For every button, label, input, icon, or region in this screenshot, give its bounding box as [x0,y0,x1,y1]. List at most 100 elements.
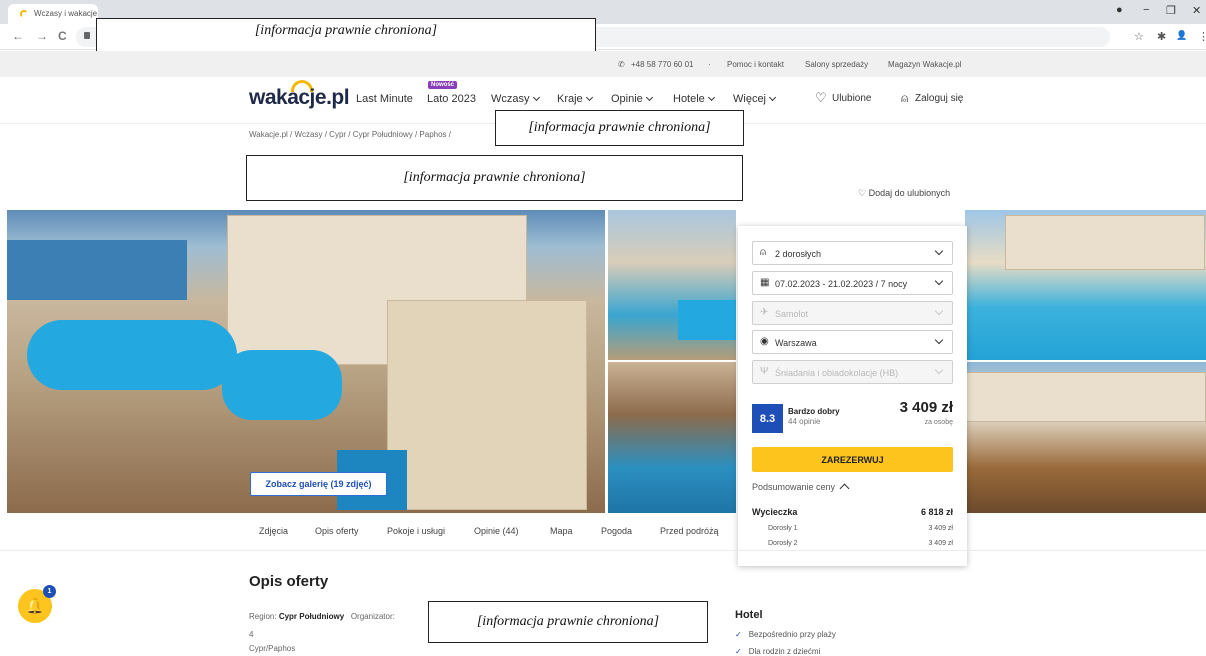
nav-summer[interactable]: Lato 2023 [427,93,476,105]
menu-icon[interactable]: ⋮ [1198,30,1206,43]
minimize-icon[interactable]: − [1143,4,1149,16]
chevron-down-icon [934,276,944,286]
reserve-button[interactable]: ZAREZERWUJ [752,447,953,472]
trip-label: Wycieczka [752,507,798,517]
nav-opinie-label: Opinie [611,93,643,105]
heart-icon: ♡ [858,188,869,198]
phone-number[interactable]: +48 58 770 60 01 [631,60,694,69]
cutlery-icon: Ψ [760,366,769,377]
chevron-down-icon [934,246,944,256]
nav-wiecej[interactable]: Więcej [733,93,777,105]
login-link[interactable]: Zaloguj się [915,93,963,104]
hotel-stars: 4 [249,630,254,639]
reload-icon[interactable]: C [58,29,67,43]
add-to-favorites-label: Dodaj do ulubionych [868,188,951,198]
tab-reviews[interactable]: Opinie (44) [474,526,519,536]
tab-title: Wczasy i wakacje z [34,9,98,18]
profile-dot-icon[interactable]: ● [1116,4,1123,16]
price-summary-toggle[interactable]: Podsumowanie ceny [752,482,850,494]
chevron-down-icon [585,93,593,102]
nav-wiecej-label: Więcej [733,93,767,105]
tabs-divider [0,550,1206,551]
price: 3 409 zł [899,399,953,416]
board-select: Ψ Śniadania i obiadokolacje (HB) [752,360,953,384]
chevron-down-icon [768,93,777,102]
trip-price: 6 818 zł [920,507,953,517]
chevron-down-icon [707,93,715,102]
reviews-count[interactable]: 44 opinie [788,417,820,426]
gallery-photo[interactable] [965,362,1206,513]
adult1-label: Dorosły 1 [768,525,798,532]
profile-icon[interactable]: 👤 [1176,30,1187,41]
tab-photos[interactable]: Zdjęcia [259,526,288,536]
site-logo[interactable]: wakacje.pl [249,86,350,110]
section-title: Opis oferty [249,573,329,590]
gallery-photo[interactable] [608,362,736,513]
tab-description[interactable]: Opis oferty [315,526,359,536]
user-icon: ⍝ [901,91,909,105]
tab-before-travel[interactable]: Przed podróżą [660,526,719,536]
stores-link[interactable]: Salony sprzedaży [805,60,868,69]
nav-hotele[interactable]: Hotele [673,93,715,105]
dates-value: 07.02.2023 - 21.02.2023 / 7 nocy [775,279,908,289]
pool [222,350,342,420]
nav-last-minute[interactable]: Last Minute [356,93,413,105]
rating-badge: 8.3 [752,404,783,433]
region-info: Region: Cypr Południowy Organizator: [249,612,395,621]
feature-item: ✓ Bezpośrednio przy plaży [735,630,836,639]
magazine-link[interactable]: Magazyn Wakacje.pl [888,60,962,69]
chevron-down-icon [934,365,944,375]
tab-map[interactable]: Mapa [550,526,573,536]
check-icon: ✓ [735,630,742,639]
gallery-photo[interactable] [608,210,736,360]
gallery-photo[interactable] [965,210,1206,360]
back-icon[interactable]: ← [12,29,24,43]
booking-panel: ⍝ 2 dorosłych ▦ 07.02.2023 - 21.02.2023 … [738,226,967,566]
adult1-price: 3 409 zł [928,525,953,532]
nav-opinie[interactable]: Opinie [611,93,653,105]
wakacje-favicon-icon [20,10,28,18]
hotel-building [965,372,1206,422]
dates-select[interactable]: ▦ 07.02.2023 - 21.02.2023 / 7 nocy [752,271,953,295]
bookmark-star-icon[interactable]: ☆ [1134,30,1144,43]
view-gallery-button[interactable]: Zobacz galerię (19 zdjęć) [250,472,387,496]
chevron-down-icon [645,93,653,102]
help-link[interactable]: Pomoc i kontakt [727,60,784,69]
nav-wczasy-label: Wczasy [491,93,530,105]
region-value: Cypr Południowy [278,612,345,621]
notification-count-badge: 1 [43,585,56,598]
add-to-favorites-button[interactable]: ♡ Dodaj do ulubionych [858,188,950,199]
maximize-icon[interactable]: ❐ [1166,4,1176,17]
bell-icon: 🔔 [25,598,45,615]
nav-kraje[interactable]: Kraje [557,93,593,105]
departure-select[interactable]: ◉ Warszawa [752,330,953,354]
hotel-building [1005,215,1205,270]
hotel-building [387,300,587,510]
guests-select[interactable]: ⍝ 2 dorosłych [752,241,953,265]
new-badge: Nowość [428,81,458,89]
tab-weather[interactable]: Pogoda [601,526,632,536]
pool [678,300,736,340]
browser-tab[interactable]: Wczasy i wakacje z [8,4,98,24]
forward-icon[interactable]: → [36,29,48,43]
departure-value: Warszawa [775,338,817,348]
redacted-url: [informacja prawnie chroniona] [96,18,596,54]
nav-kraje-label: Kraje [557,93,583,105]
main-photo[interactable] [7,210,605,513]
tab-rooms[interactable]: Pokoje i usługi [387,526,445,536]
close-icon[interactable]: ✕ [1192,4,1201,17]
favorites-link[interactable]: Ulubione [832,93,871,104]
hotel-location: Cypr/Paphos [249,644,296,653]
calendar-icon: ▦ [760,277,770,288]
rating-label: Bardzo dobry [788,407,840,416]
plane-icon: ✈ [760,307,769,318]
nav-wczasy[interactable]: Wczasy [491,93,540,105]
extensions-icon[interactable]: ✱ [1157,30,1166,43]
redacted-hotel-name: [informacja prawnie chroniona] [246,155,743,201]
price-note: za osobę [924,419,953,426]
pool [27,320,237,390]
chevron-up-icon [839,483,850,494]
breadcrumb[interactable]: Wakacje.pl / Wczasy / Cypr / Cypr Połudn… [249,130,451,139]
adult2-label: Dorosły 2 [768,540,798,547]
chevron-down-icon [934,306,944,316]
